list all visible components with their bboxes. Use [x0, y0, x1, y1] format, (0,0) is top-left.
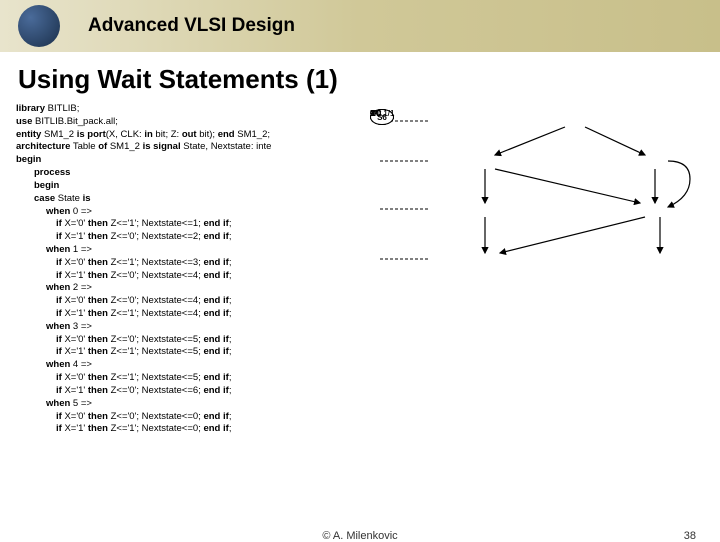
- diagram-svg: [370, 109, 710, 299]
- header-title: Advanced VLSI Design: [88, 15, 295, 37]
- state-diagram: t₀ t₁ t₂ t₃ S0 S1 S2 S3 S4 S5 S6 NC C NC…: [370, 109, 710, 299]
- code-block: library BITLIB; use BITLIB.Bit_pack.all;…: [16, 103, 356, 436]
- footer-copyright: © A. Milenkovic: [322, 530, 397, 542]
- header-bar: Advanced VLSI Design: [0, 0, 720, 52]
- slide-title: Using Wait Statements (1): [0, 52, 720, 103]
- globe-icon: [18, 5, 60, 47]
- edge-s4-s6: 1/0: [370, 109, 381, 118]
- footer-page: 38: [684, 530, 696, 542]
